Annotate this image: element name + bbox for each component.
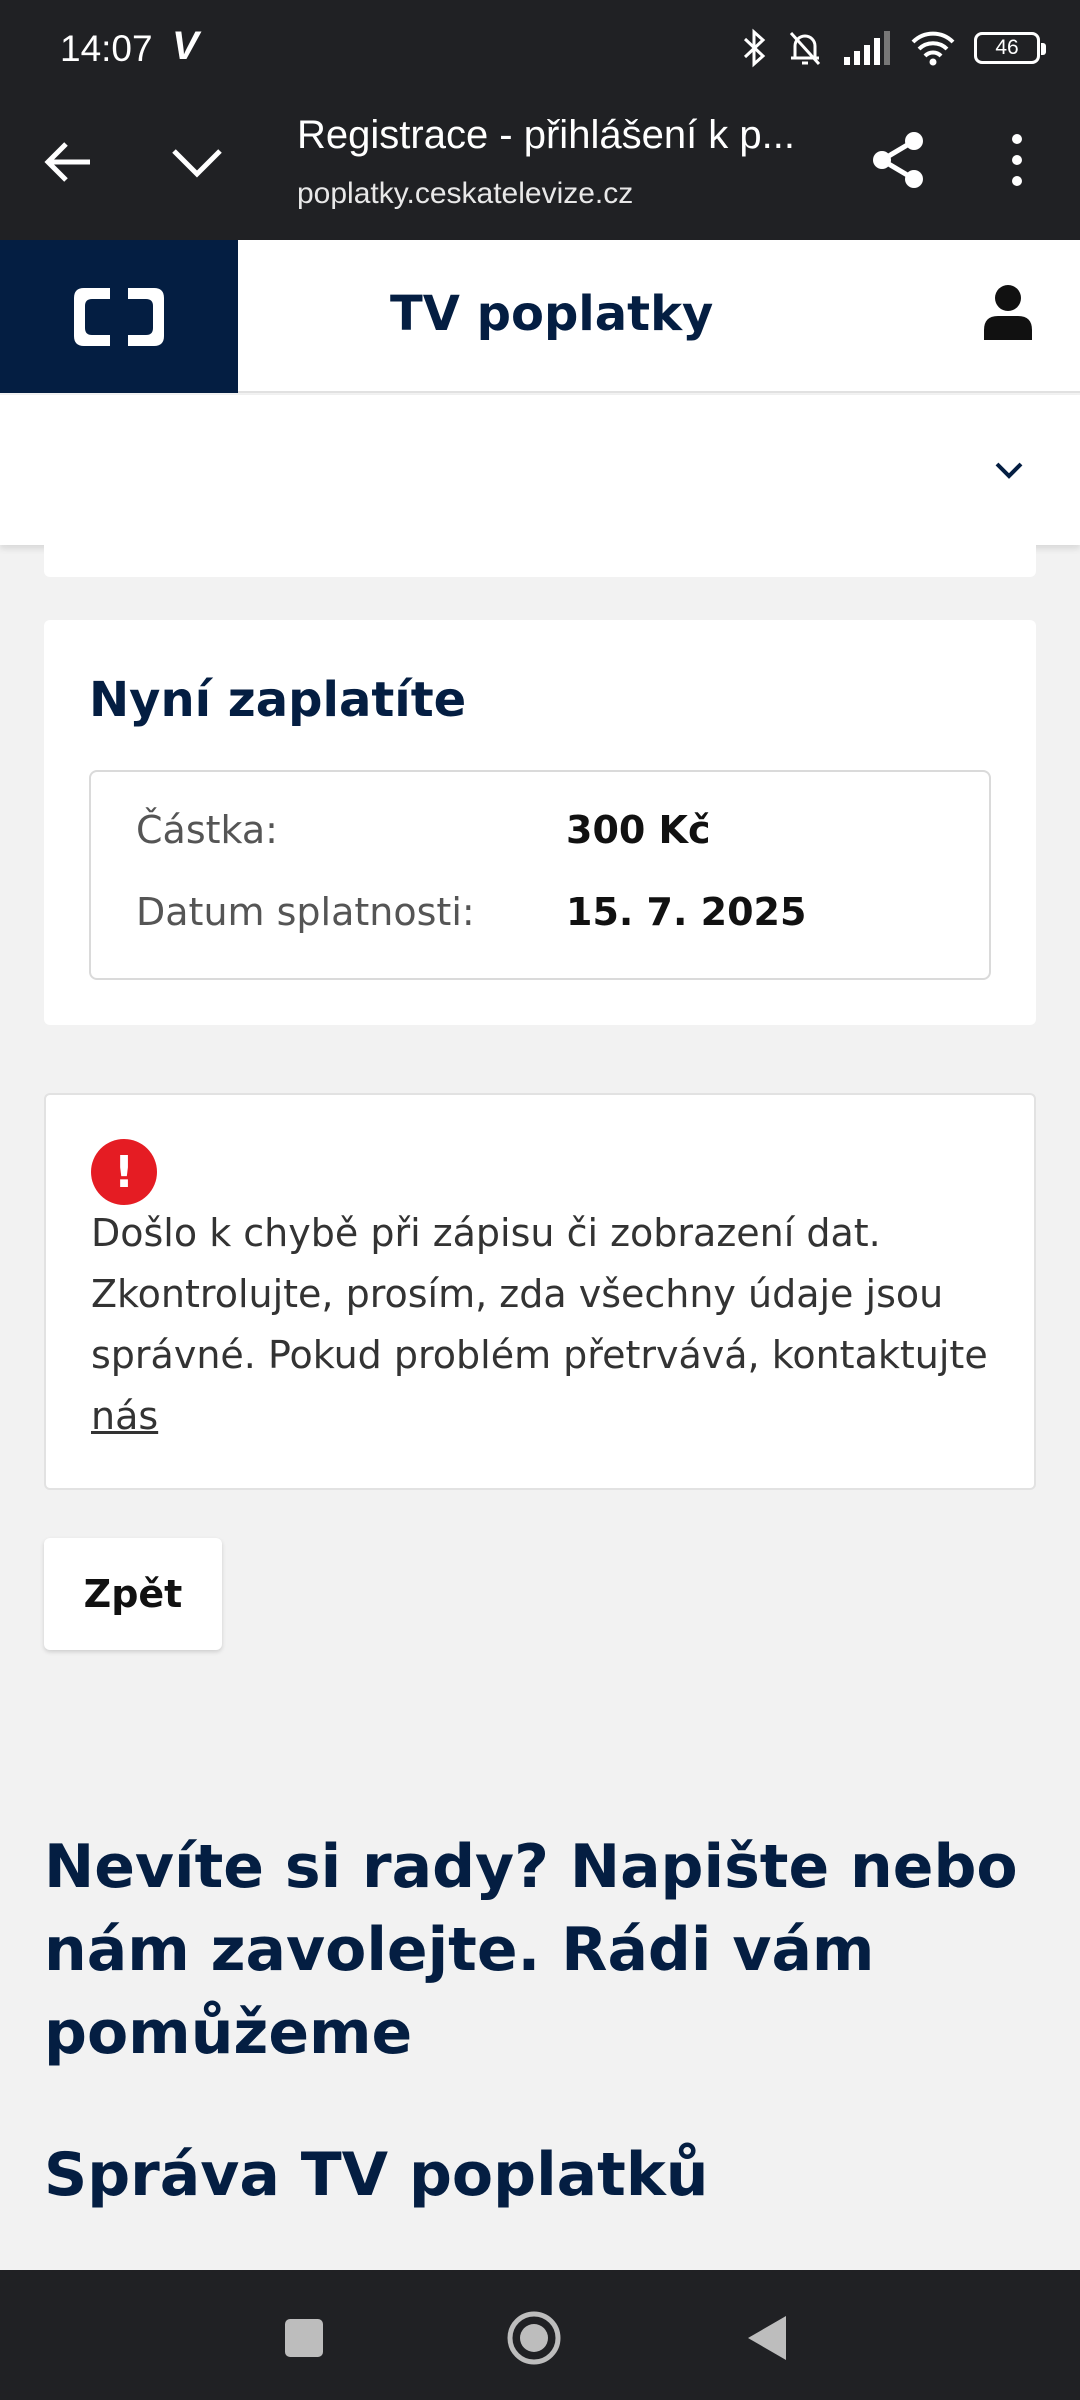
- site-title[interactable]: TV poplatky: [390, 286, 713, 342]
- section-heading: Správa TV poplatků: [44, 2140, 709, 2210]
- browser-toolbar: Registrace - přihlášení k p... poplatky.…: [0, 105, 1080, 240]
- payment-title: Nyní zaplatíte: [89, 672, 467, 728]
- payment-summary-card: Nyní zaplatíte Částka: 300 Kč Datum spla…: [44, 620, 1036, 1025]
- contact-link[interactable]: nás: [91, 1394, 158, 1438]
- signal-icon: [844, 31, 890, 65]
- user-icon[interactable]: [982, 284, 1034, 342]
- wifi-icon: [911, 31, 955, 66]
- site-header: TV poplatky: [0, 240, 1080, 393]
- nav-back-icon[interactable]: [740, 2310, 796, 2366]
- battery-level: 46: [995, 36, 1019, 59]
- carrier-mark: V: [172, 24, 199, 68]
- more-options-icon[interactable]: [1000, 129, 1034, 191]
- chevron-down-icon[interactable]: [168, 133, 226, 191]
- system-nav-bar: [0, 2270, 1080, 2400]
- share-icon[interactable]: [868, 129, 930, 191]
- status-icons: 46: [742, 28, 1046, 68]
- amount-label: Částka:: [136, 808, 278, 852]
- page-title[interactable]: Registrace - přihlášení k p...: [297, 113, 795, 158]
- amount-row: Částka: 300 Kč: [136, 808, 711, 852]
- bluetooth-icon: [743, 28, 766, 68]
- due-date-label: Datum splatnosti:: [136, 890, 475, 934]
- url-text[interactable]: poplatky.ceskatelevize.cz: [297, 177, 633, 211]
- home-icon[interactable]: [506, 2310, 562, 2366]
- status-bar: 14:07 V 46: [0, 0, 1080, 105]
- battery-icon: 46: [974, 32, 1046, 64]
- payment-details-table: Částka: 300 Kč Datum splatnosti: 15. 7. …: [89, 770, 991, 980]
- recent-apps-icon[interactable]: [276, 2310, 332, 2366]
- status-time: 14:07: [60, 28, 153, 69]
- error-icon: !: [91, 1139, 157, 1205]
- back-button[interactable]: Zpět: [44, 1538, 222, 1650]
- back-arrow-icon[interactable]: [40, 133, 98, 191]
- bell-off-icon: [789, 31, 821, 66]
- ct-logo-icon: [74, 288, 164, 346]
- due-date-row: Datum splatnosti: 15. 7. 2025: [136, 890, 806, 934]
- amount-value: 300 Kč: [566, 808, 711, 852]
- error-message: Došlo k chybě při zápisu či zobrazení da…: [91, 1203, 1011, 1447]
- error-message-card: ! Došlo k chybě při zápisu či zobrazení …: [44, 1093, 1036, 1490]
- help-heading: Nevíte si rady? Napište nebo nám zavolej…: [44, 1832, 1018, 2068]
- error-message-text: Došlo k chybě při zápisu či zobrazení da…: [91, 1211, 988, 1377]
- card-bottom-edge: [44, 545, 1036, 577]
- due-date-value: 15. 7. 2025: [566, 890, 807, 934]
- chevron-down-icon[interactable]: [992, 453, 1026, 487]
- section-dropdown[interactable]: [0, 395, 1080, 545]
- ct-logo[interactable]: [0, 240, 238, 393]
